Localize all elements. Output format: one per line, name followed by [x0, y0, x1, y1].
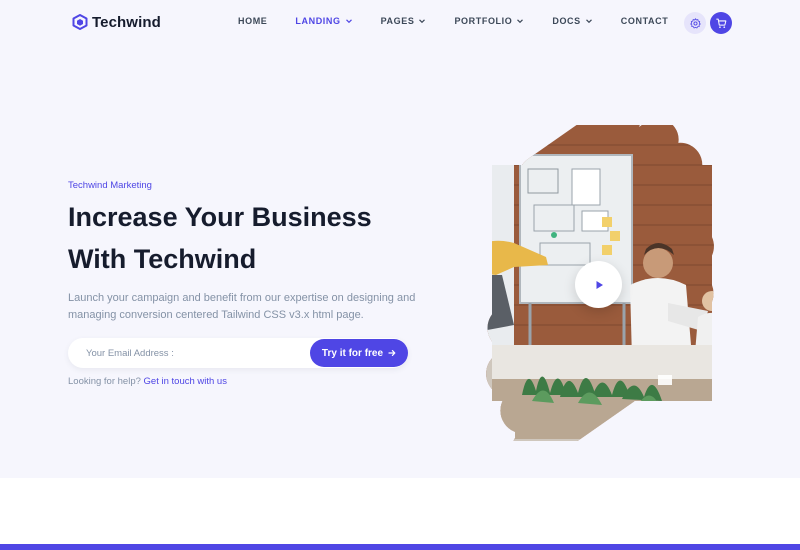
help-label: Looking for help?: [68, 376, 141, 387]
nav-item-contact[interactable]: Contact: [621, 15, 669, 27]
play-icon: [596, 280, 603, 289]
hero-eyebrow: Techwind Marketing: [68, 180, 152, 191]
hero-title: Increase Your Business With Techwind: [68, 196, 428, 280]
lower-section: [0, 478, 800, 544]
accent-bar: [0, 544, 800, 550]
play-video-button[interactable]: [575, 261, 622, 308]
chevron-down-icon: [345, 19, 352, 24]
nav-label: Pages: [380, 16, 415, 26]
nav-item-landing[interactable]: Landing: [295, 15, 352, 27]
contact-link[interactable]: Get in touch with us: [144, 376, 227, 387]
try-free-label: Try it for free: [321, 347, 384, 359]
logo-icon: [72, 14, 88, 30]
email-input[interactable]: [86, 338, 296, 368]
nav-label: Landing: [295, 16, 341, 26]
main-nav: Home Landing Pages Portfolio Docs Contac…: [238, 15, 668, 27]
email-signup-form: Try it for free: [68, 338, 408, 368]
cart-icon: [715, 18, 726, 28]
nav-item-pages[interactable]: Pages: [381, 15, 427, 27]
chevron-down-icon: [517, 19, 524, 24]
nav-label: Docs: [552, 16, 581, 26]
brand-logo[interactable]: Techwind: [72, 12, 161, 32]
nav-label: Contact: [620, 16, 669, 26]
nav-label: Portfolio: [454, 16, 513, 26]
arrow-right-icon: [388, 350, 396, 356]
help-text: Looking for help? Get in touch with us: [68, 376, 227, 387]
gear-icon: [689, 17, 701, 28]
settings-button[interactable]: [684, 12, 706, 34]
brand-name: Techwind: [92, 13, 161, 31]
chevron-down-icon: [419, 19, 426, 24]
cart-button[interactable]: [710, 12, 732, 34]
hero-title-line: Increase Your Business: [68, 202, 372, 232]
chevron-down-icon: [585, 19, 592, 24]
hero-description: Launch your campaign and benefit from ou…: [68, 292, 416, 321]
hero-title-line: With Techwind: [68, 244, 257, 274]
try-free-button[interactable]: Try it for free: [310, 339, 408, 367]
nav-item-portfolio[interactable]: Portfolio: [454, 15, 524, 27]
nav-item-home[interactable]: Home: [238, 15, 267, 27]
nav-item-docs[interactable]: Docs: [552, 15, 592, 27]
nav-label: Home: [238, 16, 268, 26]
